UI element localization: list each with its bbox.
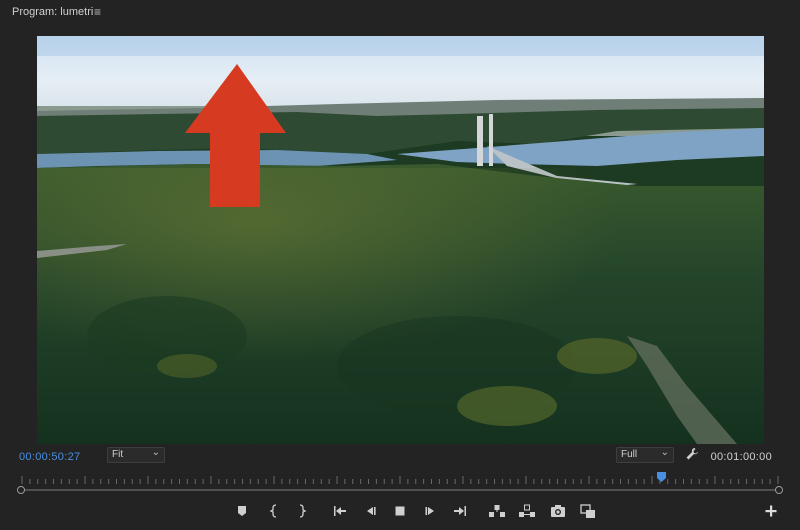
panel-header: Program: lumetri ≡	[0, 0, 800, 26]
time-ruler[interactable]	[18, 476, 782, 484]
wrench-icon[interactable]	[685, 447, 699, 466]
stop-icon[interactable]	[391, 502, 409, 520]
scroll-track[interactable]	[22, 489, 778, 491]
step-back-icon[interactable]	[362, 502, 380, 520]
chevron-down-icon: ⌄	[660, 447, 669, 458]
zoom-level-value: Fit	[112, 449, 124, 460]
aerial-video-frame	[37, 36, 764, 444]
go-to-in-icon[interactable]	[331, 502, 349, 520]
go-to-out-icon[interactable]	[451, 502, 469, 520]
chevron-down-icon: ⌄	[151, 447, 160, 458]
duration-timecode: 00:01:00:00	[710, 451, 772, 463]
scroll-handle-start[interactable]	[17, 486, 25, 494]
step-forward-icon[interactable]	[421, 502, 439, 520]
panel-title: Program: lumetri	[12, 6, 94, 18]
mark-out-icon[interactable]	[293, 502, 311, 520]
mark-in-icon[interactable]	[265, 502, 283, 520]
playhead[interactable]	[656, 472, 667, 482]
extract-icon[interactable]	[518, 502, 536, 520]
hamburger-menu-icon[interactable]: ≡	[94, 5, 101, 19]
playback-resolution-value: Full	[621, 449, 638, 460]
transport-controls	[0, 502, 800, 520]
scroll-handle-end[interactable]	[775, 486, 783, 494]
add-marker-icon[interactable]	[233, 502, 251, 520]
lift-icon[interactable]	[488, 502, 506, 520]
zoom-scroll-bar[interactable]	[17, 486, 783, 494]
export-frame-icon[interactable]	[549, 502, 567, 520]
program-monitor-viewer[interactable]	[37, 36, 764, 444]
playback-resolution-select[interactable]: Full ⌄	[616, 447, 674, 463]
current-timecode[interactable]: 00:00:50:27	[19, 451, 80, 463]
comparison-view-icon[interactable]	[579, 502, 597, 520]
zoom-level-select[interactable]: Fit ⌄	[107, 447, 165, 463]
plus-icon[interactable]	[762, 502, 780, 520]
